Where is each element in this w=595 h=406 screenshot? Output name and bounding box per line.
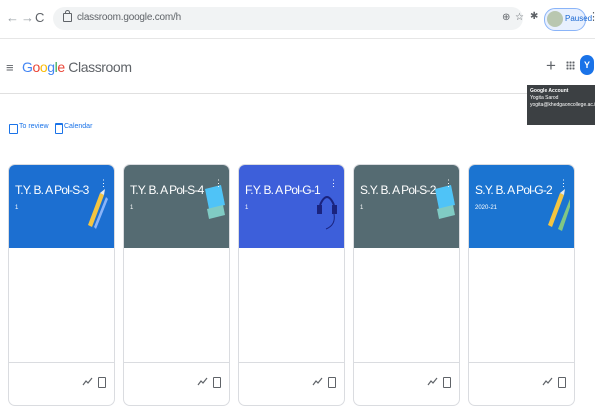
browser-toolbar: ← → C classroom.google.com/h ⊕ ☆ ✱ Pause… xyxy=(0,0,595,39)
card-section: 1 xyxy=(130,205,134,211)
account-tooltip: Google Account Yogita Sarod yogita@khedg… xyxy=(527,85,595,125)
card-section: 2020-21 xyxy=(475,205,498,211)
url-text[interactable]: classroom.google.com/h xyxy=(77,12,181,23)
star-icon[interactable]: ☆ xyxy=(515,12,524,23)
class-card[interactable]: F.Y. B. A Pol-G-1 1 ⋮ xyxy=(238,164,345,406)
extensions-icon[interactable]: ✱ xyxy=(530,11,538,22)
card-footer-divider xyxy=(9,362,114,363)
card-banner[interactable]: S.Y. B. A Pol-S-2 1 ⋮ xyxy=(354,165,459,248)
address-bar[interactable]: classroom.google.com/h ⊕ ☆ xyxy=(53,7,524,30)
card-more-icon[interactable]: ⋮ xyxy=(99,179,108,188)
class-card[interactable]: S.Y. B. A Pol-S-2 1 ⋮ xyxy=(353,164,460,406)
add-icon[interactable]: + xyxy=(546,56,556,76)
trending-icon[interactable] xyxy=(197,376,208,386)
card-title[interactable]: S.Y. B. A Pol-G-2 xyxy=(475,183,553,197)
reload-icon[interactable]: C xyxy=(35,11,44,25)
tooltip-email: yogita@khedgaoncollege.ac.in xyxy=(530,102,595,108)
card-title[interactable]: F.Y. B. A Pol-G-1 xyxy=(245,183,321,197)
profile-avatar xyxy=(547,11,563,27)
to-review-icon[interactable] xyxy=(9,124,18,134)
back-icon[interactable]: ← xyxy=(6,11,19,25)
to-review-link[interactable]: To review xyxy=(19,123,49,130)
card-footer-divider xyxy=(124,362,229,363)
account-avatar[interactable]: Y xyxy=(580,55,594,75)
card-footer-divider xyxy=(354,362,459,363)
lock-icon[interactable] xyxy=(63,10,72,22)
menu-icon[interactable]: ≡ xyxy=(6,60,14,75)
forward-icon[interactable]: → xyxy=(21,11,34,25)
folder-icon[interactable] xyxy=(213,377,221,388)
card-section: 1 xyxy=(360,205,364,211)
apps-icon[interactable] xyxy=(566,61,575,70)
card-section: 1 xyxy=(15,205,19,211)
folder-icon[interactable] xyxy=(443,377,451,388)
google-classroom-logo[interactable]: Google Classroom xyxy=(22,59,132,75)
card-more-icon[interactable]: ⋮ xyxy=(214,179,223,188)
tooltip-name: Yogita Sarod xyxy=(530,95,559,101)
card-footer-divider xyxy=(239,362,344,363)
folder-icon[interactable] xyxy=(558,377,566,388)
folder-icon[interactable] xyxy=(328,377,336,388)
header-divider xyxy=(0,93,527,94)
more-icon[interactable]: ⋮ xyxy=(588,10,595,23)
card-banner[interactable]: T.Y. B. A Pol-S-3 1 ⋮ xyxy=(9,165,114,248)
folder-icon[interactable] xyxy=(98,377,106,388)
card-footer-divider xyxy=(469,362,574,363)
calendar-icon[interactable] xyxy=(55,123,63,134)
trending-icon[interactable] xyxy=(542,376,553,386)
class-card[interactable]: T.Y. B. A Pol-S-4 1 ⋮ xyxy=(123,164,230,406)
tooltip-title: Google Account xyxy=(530,88,569,94)
card-more-icon[interactable]: ⋮ xyxy=(559,179,568,188)
card-banner[interactable]: S.Y. B. A Pol-G-2 2020-21 ⋮ xyxy=(469,165,574,248)
trending-icon[interactable] xyxy=(312,376,323,386)
zoom-icon[interactable]: ⊕ xyxy=(502,12,510,23)
trending-icon[interactable] xyxy=(427,376,438,386)
card-more-icon[interactable]: ⋮ xyxy=(444,179,453,188)
card-title[interactable]: S.Y. B. A Pol-S-2 xyxy=(360,183,436,197)
card-title[interactable]: T.Y. B. A Pol-S-3 xyxy=(15,183,89,197)
card-title[interactable]: T.Y. B. A Pol-S-4 xyxy=(130,183,204,197)
card-banner[interactable]: T.Y. B. A Pol-S-4 1 ⋮ xyxy=(124,165,229,248)
card-section: 1 xyxy=(245,205,249,211)
class-card[interactable]: S.Y. B. A Pol-G-2 2020-21 ⋮ xyxy=(468,164,575,406)
class-card[interactable]: T.Y. B. A Pol-S-3 1 ⋮ xyxy=(8,164,115,406)
logo-classroom-text: Classroom xyxy=(68,59,132,75)
calendar-link[interactable]: Calendar xyxy=(64,123,92,130)
card-more-icon[interactable]: ⋮ xyxy=(329,179,338,188)
trending-icon[interactable] xyxy=(82,376,93,386)
card-banner[interactable]: F.Y. B. A Pol-G-1 1 ⋮ xyxy=(239,165,344,248)
profile-button[interactable]: Paused xyxy=(544,8,592,31)
